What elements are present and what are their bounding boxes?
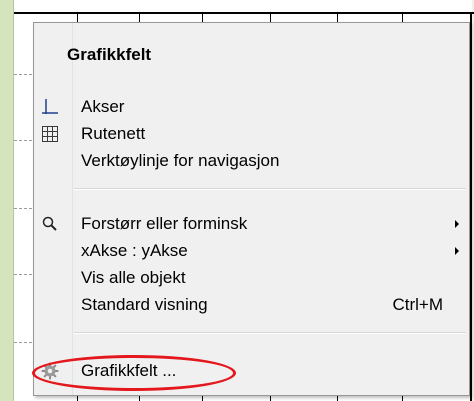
menu-item-label: xAkse : yAkse	[81, 241, 188, 260]
menu-item-zoom[interactable]: Forstørr eller forminsk	[36, 210, 466, 238]
menu-separator	[74, 188, 466, 190]
menu-item-label: Standard visning	[81, 295, 208, 314]
menu-item-label: Verktøylinje for navigasjon	[81, 151, 280, 170]
grid-icon	[41, 125, 59, 143]
submenu-arrow-icon	[455, 220, 459, 228]
menu-item-standard-view[interactable]: Standard visning Ctrl+M	[36, 291, 466, 319]
axis-tick	[202, 14, 203, 22]
menu-item-graphics-settings[interactable]: Grafikkfelt ...	[36, 357, 466, 385]
axis-tick	[402, 14, 403, 22]
menu-item-label: Vis alle objekt	[81, 268, 186, 287]
graphics-view[interactable]: Grafikkfelt Akser Rutenett Verktøylinje …	[0, 0, 474, 401]
axis-tick	[139, 14, 140, 22]
menu-item-shortcut: Ctrl+M	[392, 295, 443, 314]
submenu-arrow-icon	[455, 247, 459, 255]
graphics-view-right-border	[470, 12, 472, 401]
menu-item-show-all-objects[interactable]: Vis alle objekt	[36, 264, 466, 292]
magnifier-icon	[41, 215, 59, 233]
menu-item-label: Akser	[81, 97, 125, 116]
menu-item-grid[interactable]: Rutenett	[36, 120, 466, 148]
menu-item-navigation-toolbar[interactable]: Verktøylinje for navigasjon	[36, 147, 466, 175]
menu-item-axis-ratio[interactable]: xAkse : yAkse	[36, 237, 466, 265]
left-panel-strip	[0, 0, 14, 401]
menu-separator	[74, 332, 466, 334]
menu-item-label: Forstørr eller forminsk	[81, 214, 248, 233]
menu-title: Grafikkfelt	[67, 45, 152, 64]
axis-tick	[270, 14, 271, 22]
menu-icon-column-separator	[72, 23, 73, 395]
menu-item-label: Grafikkfelt ...	[81, 361, 177, 380]
axis-tick	[77, 14, 78, 22]
menu-item-label: Rutenett	[81, 124, 146, 143]
left-panel-border	[13, 0, 14, 401]
graphics-view-top-border	[14, 12, 474, 14]
axis-tick	[337, 14, 338, 22]
menu-item-axes[interactable]: Akser	[36, 93, 466, 121]
gear-icon	[41, 362, 59, 380]
axes-icon	[41, 98, 59, 116]
graphics-context-menu: Grafikkfelt Akser Rutenett Verktøylinje …	[33, 22, 470, 396]
